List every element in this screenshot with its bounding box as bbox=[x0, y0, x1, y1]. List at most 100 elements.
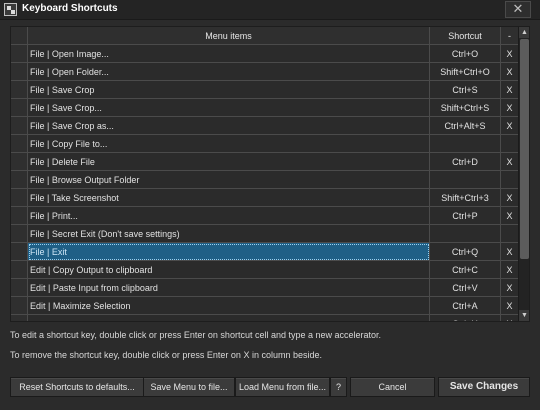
menu-item-cell[interactable]: Edit | Copy Output to clipboard bbox=[28, 261, 430, 279]
menu-item-cell[interactable]: File | Copy File to... bbox=[28, 135, 430, 153]
remove-shortcut-cell[interactable]: X bbox=[501, 207, 518, 225]
row-selector[interactable] bbox=[11, 261, 28, 279]
row-selector[interactable] bbox=[11, 99, 28, 117]
menu-item-cell[interactable]: File | Save Crop... bbox=[28, 99, 430, 117]
table-row[interactable]: File | Browse Output Folder bbox=[11, 171, 518, 189]
row-selector[interactable] bbox=[11, 279, 28, 297]
shortcuts-grid[interactable]: Menu items Shortcut - File | Open Image.… bbox=[10, 26, 530, 322]
remove-hint: To remove the shortcut key, double click… bbox=[10, 350, 322, 360]
scroll-thumb[interactable] bbox=[520, 39, 529, 259]
row-selector[interactable] bbox=[11, 207, 28, 225]
table-row[interactable]: File | Open Folder... Shift+Ctrl+O X bbox=[11, 63, 518, 81]
table-row[interactable]: File | Print... Ctrl+P X bbox=[11, 207, 518, 225]
row-selector[interactable] bbox=[11, 81, 28, 99]
close-button[interactable]: ✕ bbox=[505, 1, 531, 18]
remove-shortcut-cell[interactable]: X bbox=[501, 45, 518, 63]
row-selector[interactable] bbox=[11, 117, 28, 135]
remove-shortcut-cell[interactable]: X bbox=[501, 63, 518, 81]
edit-hint: To edit a shortcut key, double click or … bbox=[10, 330, 382, 340]
row-selector[interactable] bbox=[11, 63, 28, 81]
save-changes-button[interactable]: Save Changes bbox=[438, 377, 530, 397]
table-row[interactable]: Edit | Paste Input from clipboard Ctrl+V X bbox=[11, 279, 518, 297]
menu-item-cell[interactable]: File | Print... bbox=[28, 207, 430, 225]
table-row[interactable]: File | Save Crop Ctrl+S X bbox=[11, 81, 518, 99]
shortcut-cell[interactable]: Ctrl+O bbox=[430, 45, 501, 63]
remove-shortcut-cell[interactable]: X bbox=[501, 189, 518, 207]
remove-shortcut-cell[interactable]: X bbox=[501, 297, 518, 315]
menu-item-cell[interactable]: File | Exit bbox=[28, 243, 430, 261]
menu-item-cell[interactable]: File | Save Crop as... bbox=[28, 117, 430, 135]
remove-shortcut-cell[interactable]: X bbox=[501, 81, 518, 99]
shortcut-cell[interactable] bbox=[430, 171, 501, 189]
menu-item-cell[interactable]: File | Take Screenshot bbox=[28, 189, 430, 207]
row-selector[interactable] bbox=[11, 225, 28, 243]
shortcut-cell[interactable] bbox=[430, 225, 501, 243]
menu-item-cell[interactable]: File | Open Image... bbox=[28, 45, 430, 63]
row-selector[interactable] bbox=[11, 315, 28, 321]
scroll-down-arrow-icon[interactable]: ▼ bbox=[519, 310, 529, 321]
shortcut-cell[interactable]: Ctrl+Alt+S bbox=[430, 117, 501, 135]
row-selector[interactable] bbox=[11, 171, 28, 189]
vertical-scrollbar[interactable]: ▲ ▼ bbox=[518, 27, 529, 321]
menu-item-cell[interactable]: Edit | Paste Input from clipboard bbox=[28, 279, 430, 297]
shortcut-cell[interactable] bbox=[430, 135, 501, 153]
window-title: Keyboard Shortcuts bbox=[22, 3, 118, 14]
shortcut-cell[interactable]: Ctrl+A bbox=[430, 297, 501, 315]
table-row[interactable]: File | Delete File Ctrl+D X bbox=[11, 153, 518, 171]
remove-shortcut-cell[interactable] bbox=[501, 171, 518, 189]
table-row[interactable]: File | Save Crop... Shift+Ctrl+S X bbox=[11, 99, 518, 117]
remove-shortcut-cell[interactable]: X bbox=[501, 315, 518, 321]
menu-item-cell[interactable]: File | Secret Exit (Don't save settings) bbox=[28, 225, 430, 243]
table-row[interactable]: File | Take Screenshot Shift+Ctrl+3 X bbox=[11, 189, 518, 207]
remove-shortcut-cell[interactable]: X bbox=[501, 153, 518, 171]
menu-item-cell[interactable]: File | Save Crop bbox=[28, 81, 430, 99]
reset-shortcuts-button[interactable]: Reset Shortcuts to defaults... bbox=[10, 377, 144, 397]
header-shortcut[interactable]: Shortcut bbox=[430, 27, 501, 45]
row-selector[interactable] bbox=[11, 135, 28, 153]
menu-item-cell[interactable]: File | Open Folder... bbox=[28, 63, 430, 81]
table-row[interactable]: Edit | Maximize Selection Ctrl+A X bbox=[11, 297, 518, 315]
menu-item-cell[interactable] bbox=[28, 315, 430, 321]
shortcut-cell[interactable]: Shift+Ctrl+3 bbox=[430, 189, 501, 207]
remove-shortcut-cell[interactable] bbox=[501, 225, 518, 243]
menu-item-cell[interactable]: Edit | Maximize Selection bbox=[28, 297, 430, 315]
table-header: Menu items Shortcut - bbox=[11, 27, 518, 45]
table-row[interactable]: File | Copy File to... bbox=[11, 135, 518, 153]
remove-shortcut-cell[interactable]: X bbox=[501, 99, 518, 117]
help-button[interactable]: ? bbox=[330, 377, 347, 397]
remove-shortcut-cell[interactable]: X bbox=[501, 279, 518, 297]
remove-shortcut-cell[interactable]: X bbox=[501, 117, 518, 135]
menu-item-cell[interactable]: File | Browse Output Folder bbox=[28, 171, 430, 189]
menu-item-cell[interactable]: File | Delete File bbox=[28, 153, 430, 171]
scroll-up-arrow-icon[interactable]: ▲ bbox=[519, 27, 529, 38]
remove-shortcut-cell[interactable]: X bbox=[501, 261, 518, 279]
row-selector[interactable] bbox=[11, 297, 28, 315]
remove-shortcut-cell[interactable]: X bbox=[501, 243, 518, 261]
header-remove[interactable]: - bbox=[501, 27, 518, 45]
title-bar: Keyboard Shortcuts ✕ bbox=[0, 0, 540, 20]
row-selector[interactable] bbox=[11, 45, 28, 63]
shortcut-cell[interactable]: Ctrl+H bbox=[430, 315, 501, 321]
shortcut-cell[interactable]: Ctrl+P bbox=[430, 207, 501, 225]
shortcut-cell[interactable]: Ctrl+D bbox=[430, 153, 501, 171]
row-selector[interactable] bbox=[11, 243, 28, 261]
table-row[interactable]: Ctrl+HX bbox=[11, 315, 518, 321]
table-row[interactable]: Edit | Copy Output to clipboard Ctrl+C X bbox=[11, 261, 518, 279]
table-row[interactable]: File | Save Crop as... Ctrl+Alt+S X bbox=[11, 117, 518, 135]
row-selector[interactable] bbox=[11, 153, 28, 171]
remove-shortcut-cell[interactable] bbox=[501, 135, 518, 153]
shortcut-cell[interactable]: Ctrl+Q bbox=[430, 243, 501, 261]
row-selector[interactable] bbox=[11, 189, 28, 207]
shortcut-cell[interactable]: Ctrl+S bbox=[430, 81, 501, 99]
load-menu-button[interactable]: Load Menu from file... bbox=[235, 377, 330, 397]
cancel-button[interactable]: Cancel bbox=[350, 377, 435, 397]
table-row[interactable]: File | Secret Exit (Don't save settings) bbox=[11, 225, 518, 243]
shortcut-cell[interactable]: Shift+Ctrl+S bbox=[430, 99, 501, 117]
table-row[interactable]: File | Open Image... Ctrl+O X bbox=[11, 45, 518, 63]
save-menu-button[interactable]: Save Menu to file... bbox=[143, 377, 235, 397]
shortcut-cell[interactable]: Shift+Ctrl+O bbox=[430, 63, 501, 81]
header-menu-items[interactable]: Menu items bbox=[28, 27, 430, 45]
shortcut-cell[interactable]: Ctrl+V bbox=[430, 279, 501, 297]
shortcut-cell[interactable]: Ctrl+C bbox=[430, 261, 501, 279]
table-row[interactable]: File | Exit Ctrl+Q X bbox=[11, 243, 518, 261]
